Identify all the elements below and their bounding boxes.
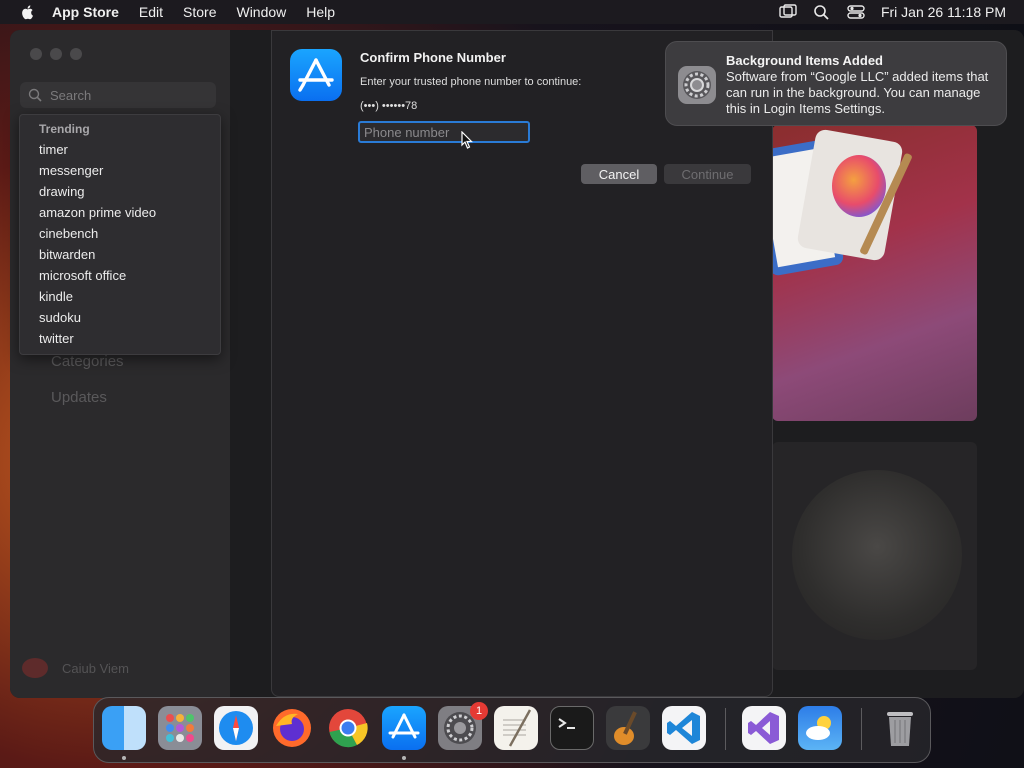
dock-finder-icon[interactable] <box>102 706 146 750</box>
trending-item[interactable]: bitwarden <box>39 247 95 262</box>
trending-item[interactable]: drawing <box>39 184 85 199</box>
window-minimize-button[interactable] <box>50 48 62 60</box>
confirm-phone-sheet: Confirm Phone Number Enter your trusted … <box>271 30 773 697</box>
dock-firefox-icon[interactable] <box>270 706 314 750</box>
menu-edit[interactable]: Edit <box>139 4 163 20</box>
menu-store[interactable]: Store <box>183 4 216 20</box>
continue-button[interactable]: Continue <box>664 164 751 184</box>
dialog-title: Confirm Phone Number <box>360 50 506 65</box>
featured-photo-card[interactable] <box>772 442 977 670</box>
background-items-notification[interactable]: Background Items Added Software from “Go… <box>665 41 1007 126</box>
trending-item[interactable]: messenger <box>39 163 103 178</box>
search-placeholder: Search <box>50 87 92 103</box>
search-icon <box>28 88 42 102</box>
search-field[interactable]: Search <box>20 82 216 108</box>
trending-item[interactable]: microsoft office <box>39 268 126 283</box>
system-settings-gear-icon <box>678 66 716 104</box>
trending-header: Trending <box>39 122 90 136</box>
phone-number-input[interactable] <box>358 121 530 143</box>
dock-separator <box>725 708 726 750</box>
masked-phone-number: (•••) ••••••78 <box>360 100 418 112</box>
avatar <box>22 658 48 678</box>
app-store-icon <box>290 49 342 101</box>
dock-vscode-icon[interactable] <box>662 706 706 750</box>
trending-item[interactable]: cinebench <box>39 226 98 241</box>
trending-item[interactable]: sudoku <box>39 310 81 325</box>
cancel-button[interactable]: Cancel <box>581 164 657 184</box>
apple-menu-icon[interactable] <box>20 4 36 20</box>
dock-weather-icon[interactable] <box>798 706 842 750</box>
artwork-color-blob <box>832 155 886 217</box>
featured-photo-image <box>792 470 962 640</box>
sidebar-item-updates[interactable]: Updates <box>51 389 107 406</box>
dock-safari-icon[interactable] <box>214 706 258 750</box>
spotlight-search-icon[interactable] <box>813 4 831 20</box>
dock-running-indicator <box>402 756 406 760</box>
dock-garageband-icon[interactable] <box>606 706 650 750</box>
trending-item[interactable]: timer <box>39 142 68 157</box>
menu-help[interactable]: Help <box>306 4 335 20</box>
trending-item[interactable]: kindle <box>39 289 73 304</box>
screen-mirroring-icon[interactable] <box>779 4 797 20</box>
dock-visual-studio-icon[interactable] <box>742 706 786 750</box>
dock: 1 <box>93 697 931 763</box>
system-settings-badge: 1 <box>470 702 488 720</box>
dock-chrome-icon[interactable] <box>326 706 370 750</box>
dock-running-indicator <box>122 756 126 760</box>
dialog-message: Enter your trusted phone number to conti… <box>360 76 582 88</box>
account-name: Caiub Viem <box>62 660 129 676</box>
control-center-icon[interactable] <box>847 4 865 20</box>
notification-body: Software from “Google LLC” added items t… <box>726 69 989 116</box>
menu-clock[interactable]: Fri Jan 26 11:18 PM <box>881 4 1006 20</box>
dock-separator <box>861 708 862 750</box>
menu-bar: App Store Edit Store Window Help Fri Jan… <box>0 0 1024 24</box>
trending-suggestions-panel: Trending timer messenger drawing amazon … <box>19 114 221 355</box>
notification-title: Background Items Added <box>726 53 883 68</box>
sidebar-item-categories[interactable]: Categories <box>51 353 124 370</box>
mouse-pointer-icon <box>461 131 473 149</box>
trending-item[interactable]: amazon prime video <box>39 205 156 220</box>
dock-textedit-icon[interactable] <box>494 706 538 750</box>
window-zoom-button[interactable] <box>70 48 82 60</box>
window-close-button[interactable] <box>30 48 42 60</box>
trending-item[interactable]: twitter <box>39 331 74 346</box>
account-row[interactable]: Caiub Viem <box>22 658 129 678</box>
dock-trash-icon[interactable] <box>878 706 922 750</box>
menu-app-name[interactable]: App Store <box>52 4 119 20</box>
dock-app-store-icon[interactable] <box>382 706 426 750</box>
dock-terminal-icon[interactable] <box>550 706 594 750</box>
featured-app-artwork[interactable] <box>772 125 977 421</box>
menu-extras: Fri Jan 26 11:18 PM <box>779 0 1024 24</box>
dock-launchpad-icon[interactable] <box>158 706 202 750</box>
menu-window[interactable]: Window <box>236 4 286 20</box>
